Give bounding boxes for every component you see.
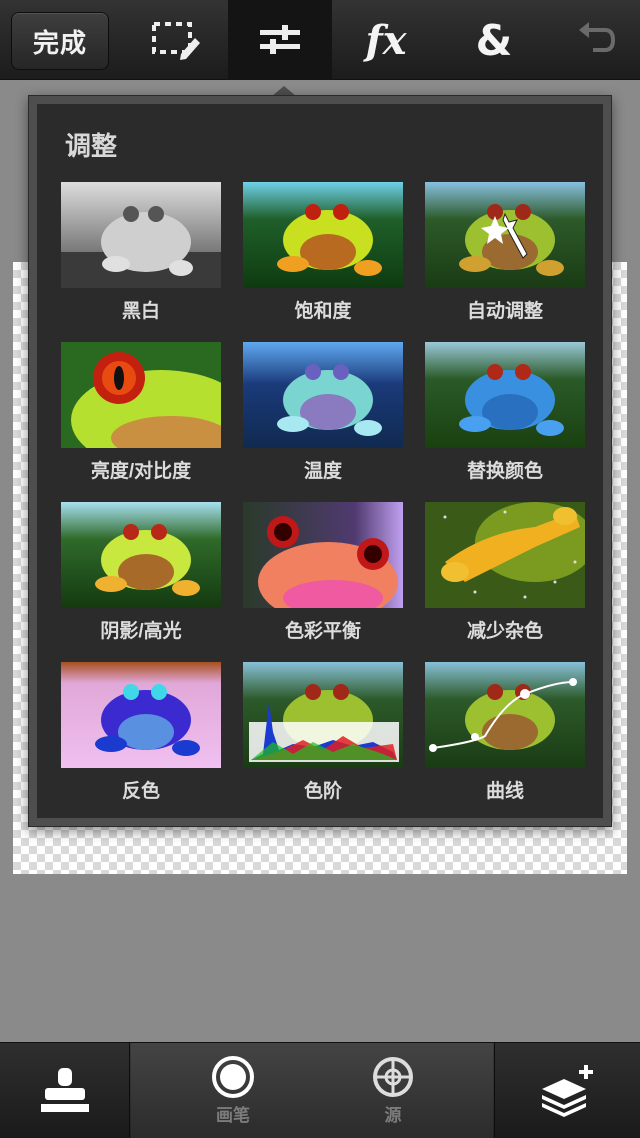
item-label: 减少杂色 xyxy=(466,621,543,642)
item-label: 饱和度 xyxy=(294,301,352,322)
thumbnail xyxy=(243,182,403,288)
adjust-reduce-noise[interactable]: 减少杂色 xyxy=(425,502,605,662)
done-button[interactable]: 完成 xyxy=(11,12,109,70)
item-label: 黑白 xyxy=(121,301,160,322)
sliders-icon xyxy=(260,25,300,54)
bottom-tools-group: 画笔 源 xyxy=(131,1043,493,1138)
selection-pencil-icon xyxy=(152,22,200,60)
fx-icon: fx xyxy=(365,16,407,64)
thumbnail xyxy=(243,342,403,448)
source-tool[interactable]: 源 xyxy=(353,1055,433,1135)
blend-tool[interactable]: & xyxy=(442,0,546,80)
stamp-icon xyxy=(40,1068,89,1112)
adjust-invert[interactable]: 反色 xyxy=(61,662,241,822)
add-layer-button[interactable] xyxy=(494,1043,640,1138)
item-label: 色阶 xyxy=(303,781,342,802)
item-label: 替换颜色 xyxy=(466,461,543,482)
item-label: 温度 xyxy=(303,461,342,482)
bottom-toolbar: 画笔 源 xyxy=(0,1042,640,1138)
adjustments-tool[interactable] xyxy=(228,0,332,80)
thumbnail xyxy=(61,502,221,608)
adjust-levels[interactable]: 色阶 xyxy=(243,662,423,822)
brush-label: 画笔 xyxy=(216,1106,250,1125)
thumbnail xyxy=(425,342,585,448)
ampersand-icon: & xyxy=(475,15,513,65)
adjust-replace-color[interactable]: 替换颜色 xyxy=(425,342,605,502)
crosshair-icon xyxy=(373,1057,413,1097)
thumbnail xyxy=(61,342,221,448)
adjust-auto[interactable]: 自动调整 xyxy=(425,182,605,342)
thumbnail xyxy=(243,662,403,768)
brush-circle-icon xyxy=(212,1056,254,1098)
adjust-shadows-highlights[interactable]: 阴影/高光 xyxy=(61,502,241,662)
adjust-curves[interactable]: 曲线 xyxy=(425,662,605,822)
adjust-color-balance[interactable]: 色彩平衡 xyxy=(243,502,423,662)
item-label: 色彩平衡 xyxy=(284,621,361,642)
adjust-black-white[interactable]: 黑白 xyxy=(61,182,241,342)
panel-title: 调整 xyxy=(65,131,118,161)
item-label: 自动调整 xyxy=(466,301,543,322)
adjustments-panel: 调整 黑白 饱和度 自动调整 亮度/对比度 温度 替换颜色 阴影/高光 色彩平衡… xyxy=(28,95,612,827)
adjust-saturation[interactable]: 饱和度 xyxy=(243,182,423,342)
undo-button[interactable] xyxy=(550,0,640,80)
item-label: 阴影/高光 xyxy=(100,621,182,642)
brush-tool[interactable]: 画笔 xyxy=(193,1055,273,1135)
adjustments-panel-body: 调整 黑白 饱和度 自动调整 亮度/对比度 温度 替换颜色 阴影/高光 色彩平衡… xyxy=(37,104,603,818)
source-label: 源 xyxy=(384,1106,402,1125)
thumbnail xyxy=(425,502,585,608)
adjust-brightness-contrast[interactable]: 亮度/对比度 xyxy=(61,342,241,502)
thumbnail xyxy=(61,182,221,288)
item-label: 亮度/对比度 xyxy=(90,461,192,482)
adjust-temperature[interactable]: 温度 xyxy=(243,342,423,502)
undo-icon xyxy=(579,22,615,52)
effects-tool[interactable]: fx xyxy=(334,0,438,80)
thumbnail xyxy=(425,662,585,768)
thumbnail xyxy=(61,662,221,768)
layers-add-icon xyxy=(541,1065,593,1117)
stamp-tool[interactable] xyxy=(0,1043,130,1138)
thumbnail xyxy=(243,502,403,608)
item-label: 曲线 xyxy=(485,781,524,802)
item-label: 反色 xyxy=(121,781,160,802)
thumbnail xyxy=(425,182,585,288)
selection-edit-tool[interactable] xyxy=(124,0,228,80)
top-toolbar: 完成 fx & xyxy=(0,0,640,80)
